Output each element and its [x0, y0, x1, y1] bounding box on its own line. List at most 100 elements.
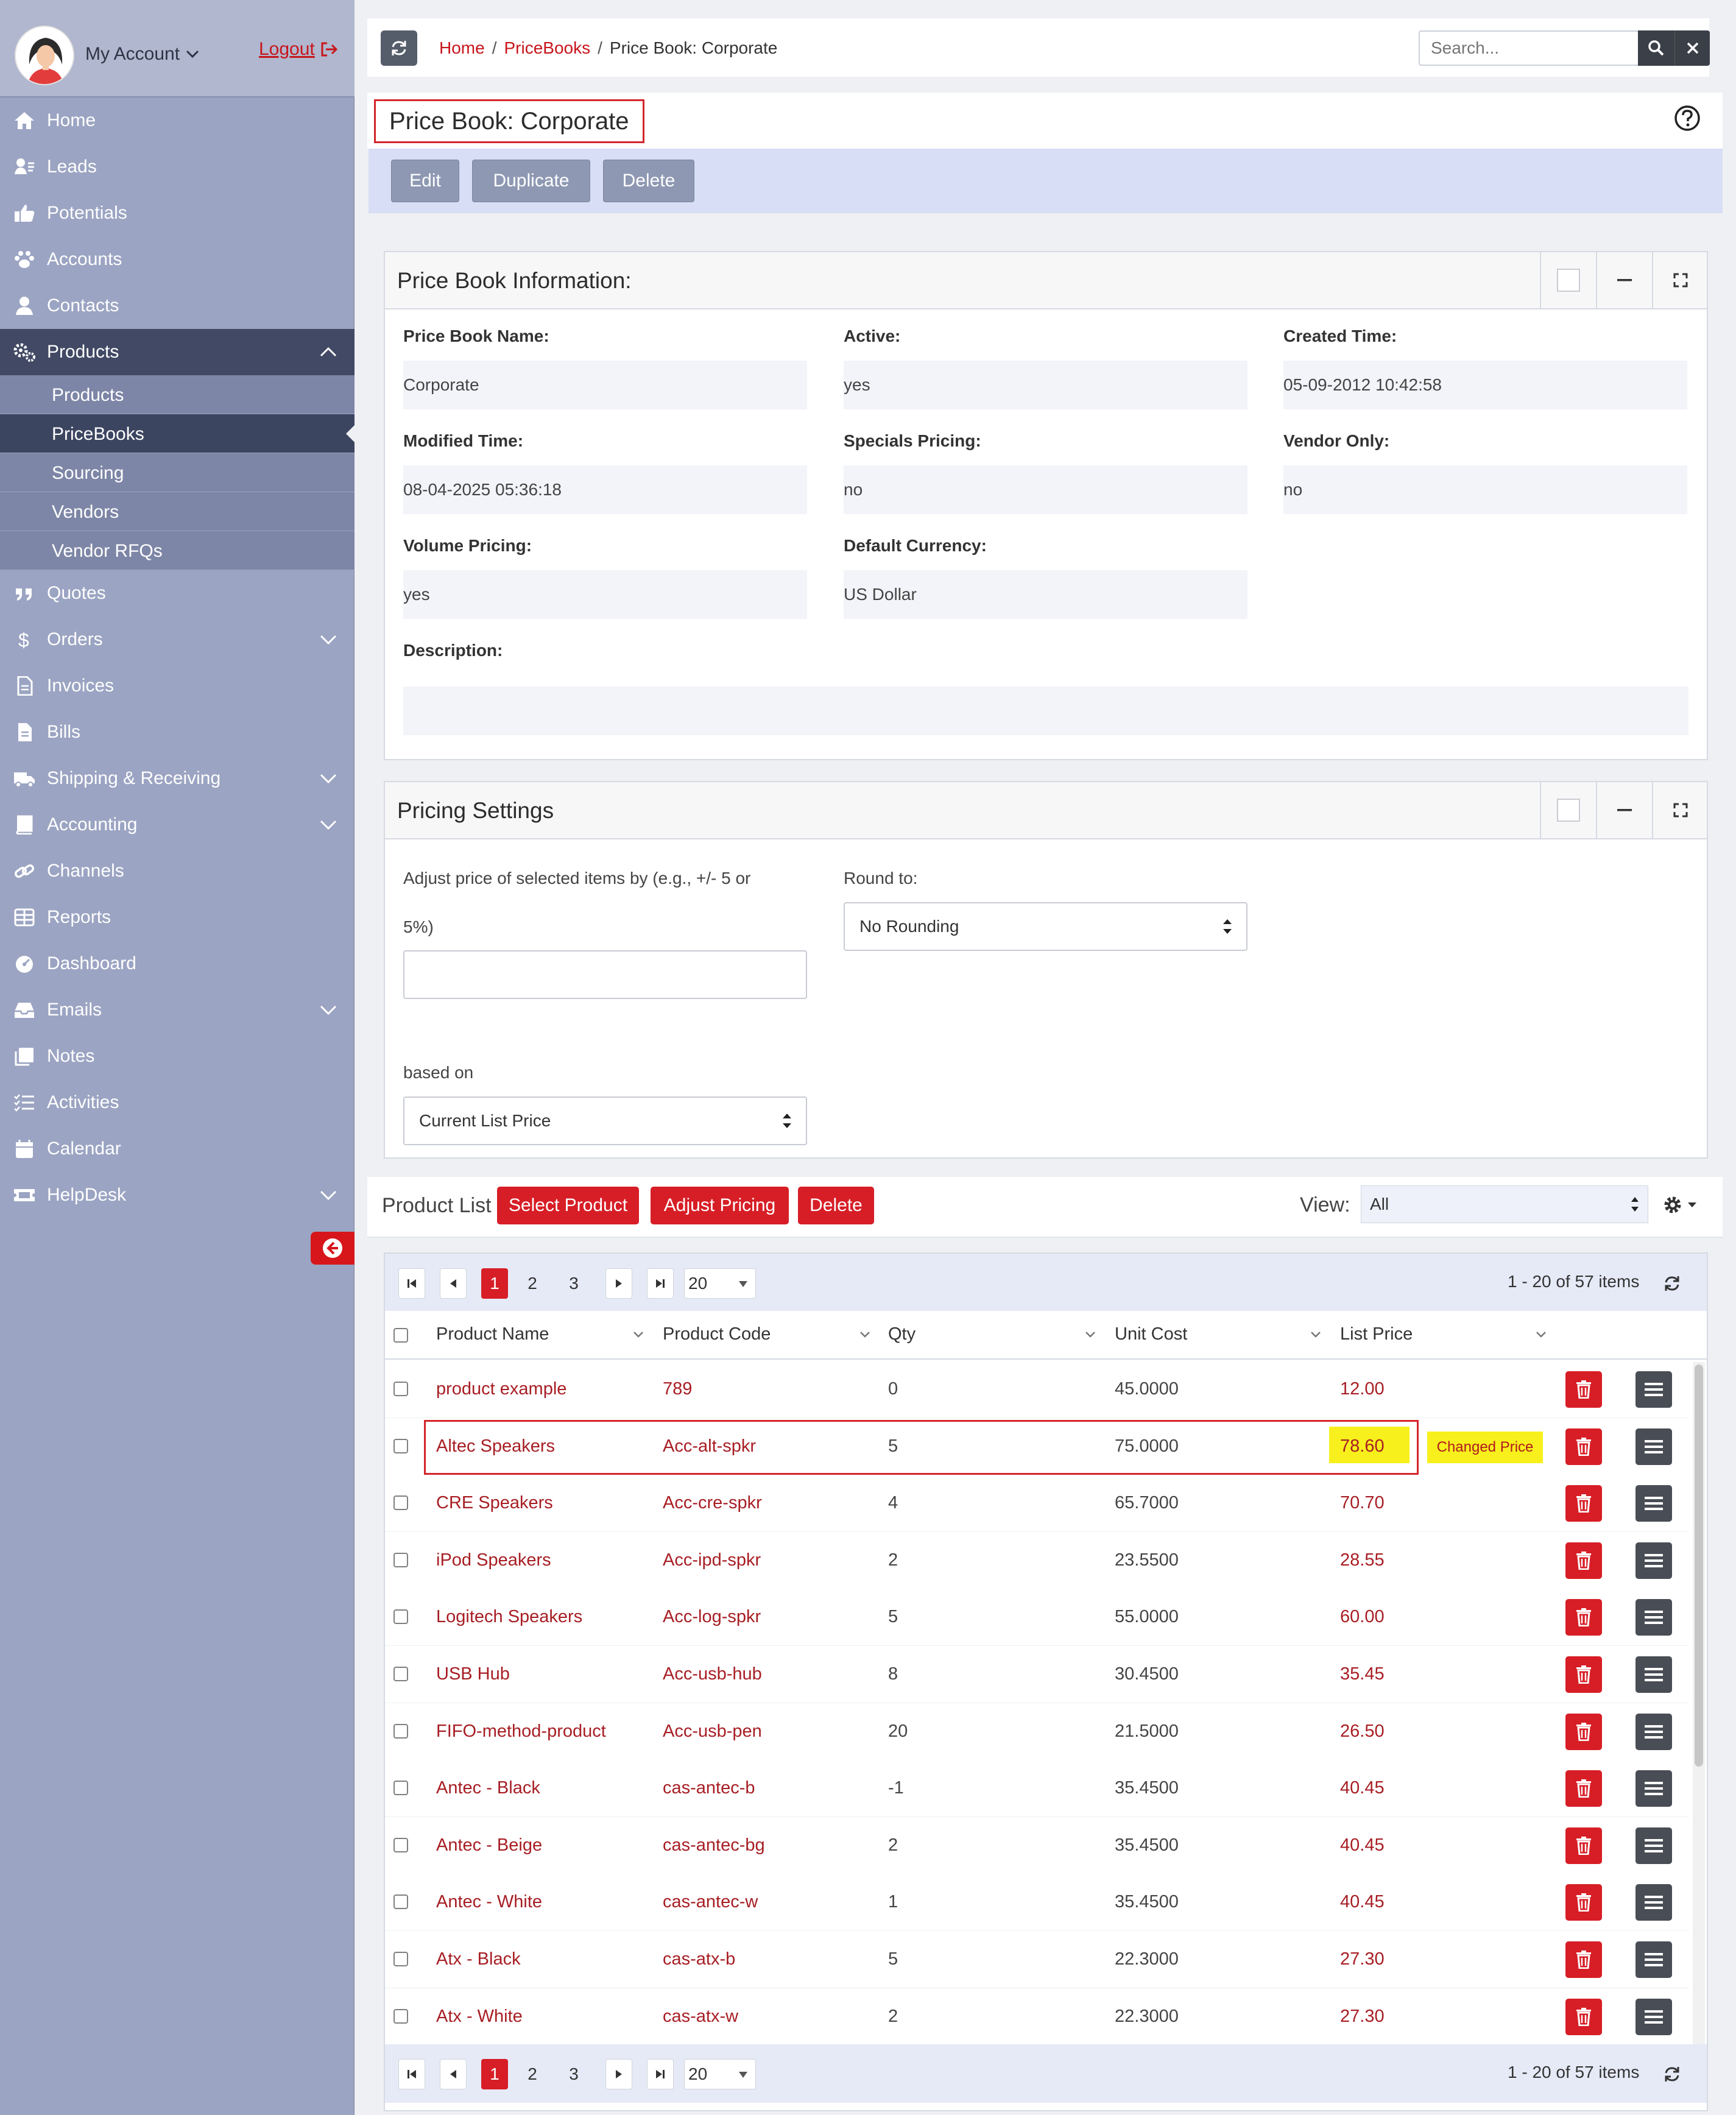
row-menu-button[interactable] [1635, 1485, 1672, 1522]
avatar[interactable] [15, 26, 74, 85]
row-checkbox[interactable] [393, 1439, 408, 1453]
adjust-price-input[interactable] [403, 950, 807, 999]
my-account-menu[interactable]: My Account [85, 44, 199, 65]
sidebar-subitem-vendor-rfqs[interactable]: Vendor RFQs [0, 531, 355, 570]
sidebar-item-invoices[interactable]: Invoices [0, 663, 355, 709]
row-menu-button[interactable] [1635, 1770, 1672, 1807]
row-checkbox[interactable] [393, 1553, 408, 1567]
panel-maximize-button[interactable] [1652, 782, 1708, 838]
refresh-button[interactable] [381, 30, 417, 66]
product-name-link[interactable]: Atx - White [436, 2007, 523, 2027]
last-page-button[interactable] [647, 2059, 674, 2089]
product-code-link[interactable]: cas-atx-b [663, 1949, 735, 1969]
product-name-link[interactable]: Altec Speakers [436, 1436, 555, 1456]
list-price-cell[interactable]: 27.30 [1340, 2007, 1385, 2027]
column-header-product-code[interactable]: Product Code [663, 1324, 771, 1344]
page-3-button[interactable]: 3 [560, 2059, 587, 2089]
panel-minimize-button[interactable] [1596, 782, 1652, 838]
table-row[interactable]: FIFO-method-product Acc-usb-pen 20 21.5000 2… [385, 1703, 1688, 1760]
sidebar-item-reports[interactable]: Reports [0, 894, 355, 941]
product-name-link[interactable]: product example [436, 1379, 566, 1399]
product-code-link[interactable]: Acc-ipd-spkr [663, 1550, 761, 1570]
row-menu-button[interactable] [1635, 1656, 1672, 1693]
first-page-button[interactable] [398, 1268, 425, 1299]
delete-row-button[interactable] [1565, 1941, 1602, 1978]
product-name-link[interactable]: Logitech Speakers [436, 1607, 582, 1627]
search-input[interactable] [1419, 30, 1638, 66]
based-on-select[interactable]: Current List Price [403, 1096, 807, 1145]
product-code-link[interactable]: Acc-usb-pen [663, 1721, 762, 1742]
row-menu-button[interactable] [1635, 1714, 1672, 1750]
product-name-link[interactable]: USB Hub [436, 1664, 510, 1684]
product-code-link[interactable]: 789 [663, 1379, 692, 1399]
product-name-link[interactable]: Antec - Beige [436, 1835, 542, 1855]
row-menu-button[interactable] [1635, 1884, 1672, 1921]
clear-search-button[interactable] [1674, 30, 1710, 66]
product-code-link[interactable]: Acc-usb-hub [663, 1664, 762, 1684]
sidebar-item-accounts[interactable]: Accounts [0, 236, 355, 283]
column-header-qty[interactable]: Qty [888, 1324, 916, 1344]
list-price-cell[interactable]: 78.60 [1340, 1436, 1385, 1456]
delete-selected-button[interactable]: Delete [798, 1187, 874, 1224]
list-price-cell[interactable]: 40.45 [1340, 1778, 1385, 1798]
page-1-button[interactable]: 1 [481, 1268, 508, 1299]
table-row[interactable]: Antec - Beige cas-antec-bg 2 35.4500 40.45 [385, 1817, 1688, 1874]
row-checkbox[interactable] [393, 1952, 408, 1966]
sort-chevron-icon[interactable] [859, 1330, 871, 1339]
product-name-link[interactable]: Atx - Black [436, 1949, 521, 1969]
sidebar-subitem-products[interactable]: Products [0, 375, 355, 414]
product-code-link[interactable]: Acc-cre-spkr [663, 1493, 762, 1513]
page-2-button[interactable]: 2 [519, 1268, 546, 1299]
sort-chevron-icon[interactable] [1535, 1330, 1547, 1339]
row-checkbox[interactable] [393, 1495, 408, 1510]
table-row[interactable]: product example 789 0 45.0000 12.00 [385, 1361, 1688, 1418]
delete-row-button[interactable] [1565, 1599, 1602, 1636]
sort-chevron-icon[interactable] [632, 1330, 644, 1339]
row-menu-button[interactable] [1635, 1599, 1672, 1636]
page-1-button[interactable]: 1 [481, 2059, 508, 2089]
delete-row-button[interactable] [1565, 1827, 1602, 1864]
list-price-cell[interactable]: 40.45 [1340, 1892, 1385, 1912]
list-price-cell[interactable]: 27.30 [1340, 1949, 1385, 1969]
list-price-cell[interactable]: 35.45 [1340, 1664, 1385, 1684]
sidebar-item-dashboard[interactable]: Dashboard [0, 941, 355, 987]
product-code-link[interactable]: Acc-log-spkr [663, 1607, 761, 1627]
row-checkbox[interactable] [393, 1838, 408, 1852]
sidebar-item-potentials[interactable]: Potentials [0, 190, 355, 236]
list-price-cell[interactable]: 60.00 [1340, 1607, 1385, 1627]
grid-scrollbar-thumb[interactable] [1695, 1365, 1703, 1767]
page-3-button[interactable]: 3 [560, 1268, 587, 1299]
page-size-select[interactable]: 20 [684, 1268, 756, 1299]
product-name-link[interactable]: Antec - Black [436, 1778, 540, 1798]
list-price-cell[interactable]: 28.55 [1340, 1550, 1385, 1570]
round-to-select[interactable]: No Rounding [844, 902, 1247, 951]
logout-link[interactable]: Logout [259, 39, 338, 60]
delete-row-button[interactable] [1565, 1542, 1602, 1579]
view-select[interactable]: All [1361, 1185, 1648, 1223]
table-row[interactable]: Atx - White cas-atx-w 2 22.3000 27.30 [385, 1988, 1688, 2046]
product-code-link[interactable]: cas-antec-b [663, 1778, 755, 1798]
search-button[interactable] [1638, 30, 1674, 66]
collapse-sidebar-button[interactable] [311, 1232, 355, 1265]
delete-row-button[interactable] [1565, 1371, 1602, 1408]
list-price-cell[interactable]: 26.50 [1340, 1721, 1385, 1742]
product-code-link[interactable]: cas-antec-w [663, 1892, 758, 1912]
sidebar-item-activities[interactable]: Activities [0, 1079, 355, 1126]
help-icon[interactable] [1674, 105, 1701, 132]
panel-maximize-button[interactable] [1652, 252, 1708, 308]
row-checkbox[interactable] [393, 1781, 408, 1795]
page-2-button[interactable]: 2 [519, 2059, 546, 2089]
row-menu-button[interactable] [1635, 1542, 1672, 1579]
table-row[interactable]: Antec - Black cas-antec-b -1 35.4500 40.45 [385, 1760, 1688, 1817]
panel-select-toggle[interactable] [1540, 252, 1596, 308]
sidebar-item-shipping[interactable]: Shipping & Receiving [0, 755, 355, 802]
table-row[interactable]: Antec - White cas-antec-w 1 35.4500 40.45 [385, 1874, 1688, 1931]
panel-minimize-button[interactable] [1596, 252, 1652, 308]
page-size-select[interactable]: 20 [684, 2059, 756, 2089]
sidebar-item-bills[interactable]: Bills [0, 709, 355, 755]
list-price-cell[interactable]: 70.70 [1340, 1493, 1385, 1513]
row-menu-button[interactable] [1635, 1941, 1672, 1978]
row-checkbox[interactable] [393, 1894, 408, 1909]
sidebar-item-orders[interactable]: $ Orders [0, 616, 355, 663]
product-name-link[interactable]: CRE Speakers [436, 1493, 553, 1513]
